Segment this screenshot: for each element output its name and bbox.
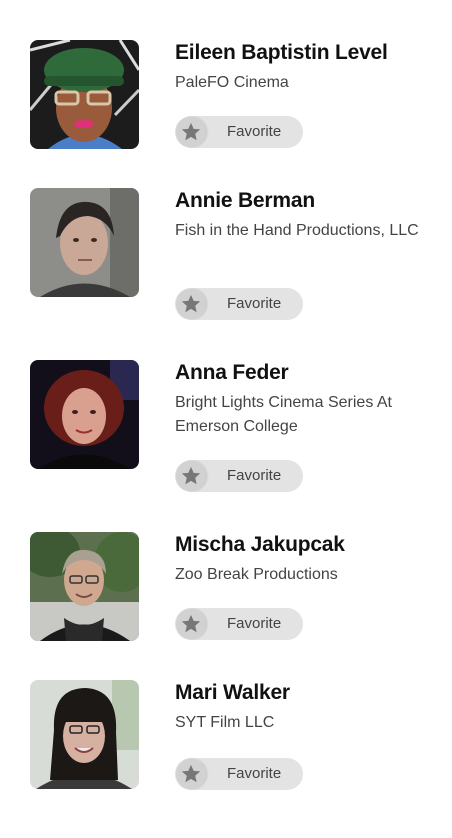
person-info: Eileen Baptistin Level PaleFO Cinema	[175, 40, 430, 95]
favorite-button[interactable]: Favorite	[175, 460, 303, 492]
person-info: Mari Walker SYT Film LLC	[175, 680, 430, 735]
person-organization: Bright Lights Cinema Series At Emerson C…	[175, 394, 392, 435]
favorite-button[interactable]: Favorite	[175, 288, 303, 320]
star-icon	[181, 294, 201, 313]
person-organization: Fish in the Hand Productions, LLC	[175, 222, 419, 239]
person-info: Mischa Jakupcak Zoo Break Productions	[175, 532, 430, 587]
star-icon-container	[176, 759, 206, 789]
person-organization: SYT Film LLC	[175, 714, 275, 731]
person-name[interactable]: Mischa Jakupcak	[175, 532, 430, 558]
star-icon-container	[176, 609, 206, 639]
avatar-photo	[30, 532, 139, 641]
star-icon	[181, 466, 201, 485]
favorite-label: Favorite	[227, 295, 282, 312]
avatar[interactable]	[30, 532, 139, 641]
avatar-photo	[30, 680, 139, 789]
favorite-button[interactable]: Favorite	[175, 608, 303, 640]
person-info: Anna Feder Bright Lights Cinema Series A…	[175, 360, 430, 439]
avatar-photo	[30, 40, 139, 149]
avatar[interactable]	[30, 360, 139, 469]
favorite-label: Favorite	[227, 765, 282, 782]
avatar-photo	[30, 360, 139, 469]
star-icon-container	[176, 289, 206, 319]
avatar[interactable]	[30, 680, 139, 789]
favorite-button[interactable]: Favorite	[175, 758, 303, 790]
person-name[interactable]: Mari Walker	[175, 680, 430, 706]
avatar[interactable]	[30, 40, 139, 149]
favorite-label: Favorite	[227, 123, 282, 140]
favorite-label: Favorite	[227, 615, 282, 632]
person-organization: Zoo Break Productions	[175, 566, 338, 583]
star-icon	[181, 764, 201, 783]
favorite-button[interactable]: Favorite	[175, 116, 303, 148]
favorite-label: Favorite	[227, 467, 282, 484]
person-organization: PaleFO Cinema	[175, 74, 289, 91]
star-icon	[181, 122, 201, 141]
person-name[interactable]: Anna Feder	[175, 360, 430, 386]
person-name[interactable]: Annie Berman	[175, 188, 430, 214]
person-info: Annie Berman Fish in the Hand Production…	[175, 188, 430, 243]
star-icon	[181, 614, 201, 633]
avatar-photo	[30, 188, 139, 297]
person-name[interactable]: Eileen Baptistin Level	[175, 40, 430, 66]
star-icon-container	[176, 117, 206, 147]
star-icon-container	[176, 461, 206, 491]
avatar[interactable]	[30, 188, 139, 297]
